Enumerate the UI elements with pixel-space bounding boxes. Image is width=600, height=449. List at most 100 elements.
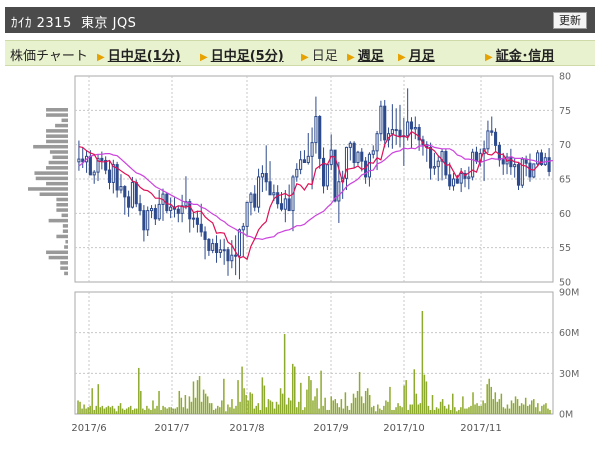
candle-body [149, 208, 154, 212]
candle-body [455, 178, 459, 184]
volume-bar [425, 381, 428, 414]
candle-body [436, 160, 440, 168]
volume-bar [243, 388, 245, 414]
volume-bar [306, 389, 308, 414]
volume-bar [324, 397, 326, 414]
candle-body [494, 131, 498, 146]
volume-bar [180, 397, 183, 414]
volume-bar [105, 407, 108, 414]
volume-profile-bar [52, 155, 68, 160]
candle-body [199, 223, 203, 233]
volume-bar [399, 405, 401, 414]
volume-bar [231, 399, 233, 414]
volume-bar [115, 411, 118, 414]
volume-bar [156, 405, 158, 414]
volume-bar [435, 407, 438, 414]
volume-bar [391, 409, 393, 414]
volume-tick-label: 90M [559, 288, 579, 299]
x-tick-label: 2017/10 [383, 423, 425, 434]
volume-bar [439, 401, 442, 414]
volume-bar [146, 405, 148, 414]
volume-bar [543, 404, 545, 414]
volume-bar [460, 407, 462, 414]
candle-body [257, 176, 261, 208]
volume-bar [449, 409, 452, 414]
volume-bar [516, 399, 519, 414]
candle-body [279, 203, 284, 210]
volume-bar [397, 403, 399, 414]
volume-bar [142, 408, 144, 414]
volume-bar [93, 409, 95, 414]
volume-bar [182, 407, 185, 414]
candle-body [203, 231, 207, 240]
volume-bar [308, 376, 310, 414]
volume-bar [261, 377, 264, 414]
candle-body [276, 192, 280, 205]
volume-bar [129, 405, 132, 414]
volume-profile-bar [64, 271, 68, 276]
volume-bar [429, 409, 432, 414]
volume-bar [162, 405, 164, 414]
volume-bar [480, 405, 482, 414]
volume-bar [433, 409, 436, 414]
candle-body [81, 158, 85, 163]
volume-profile-bar [56, 208, 68, 212]
volume-bar [125, 408, 128, 414]
candle-body [474, 151, 479, 162]
volume-bar [249, 392, 251, 414]
candle-body [486, 130, 490, 150]
volume-bar [494, 392, 497, 414]
volume-bar [338, 407, 341, 414]
volume-bar [318, 408, 320, 414]
volume-bar [107, 405, 110, 414]
candle-body [322, 157, 326, 187]
volume-bar [332, 400, 334, 414]
volume-bar [423, 374, 426, 414]
volume-bar [212, 409, 215, 414]
candle-body [218, 249, 222, 253]
volume-bar [539, 411, 541, 414]
volume-bar [456, 411, 458, 414]
volume-bar [239, 401, 241, 414]
volume-bar [265, 407, 268, 414]
volume-bar [474, 404, 476, 414]
volume-profile-bar [46, 108, 68, 112]
volume-bar [514, 396, 517, 414]
volume-bar [164, 407, 166, 414]
candle-body [364, 160, 368, 178]
volume-bar [320, 370, 322, 414]
volume-bar [468, 407, 470, 414]
volume-bar [441, 399, 444, 414]
candle-body [513, 164, 517, 168]
candle-body [379, 105, 383, 135]
volume-bar [168, 407, 170, 414]
volume-profile-bar [62, 224, 68, 228]
volume-bar [166, 408, 168, 414]
candle-body [287, 198, 291, 212]
volume-bar [219, 407, 221, 414]
volume-bar [510, 400, 513, 414]
volume-bar [95, 405, 97, 414]
candle-body [325, 164, 329, 187]
volume-bar [360, 396, 363, 414]
volume-bar [379, 408, 381, 414]
volume-bar [217, 405, 219, 414]
volume-profile-bar [46, 113, 68, 117]
volume-bar [411, 404, 413, 414]
candle-body [318, 116, 322, 159]
volume-bar [271, 401, 274, 414]
volume-profile-bar [61, 213, 68, 218]
candle-body [302, 159, 306, 164]
volume-bar [99, 407, 102, 414]
volume-bar [188, 396, 191, 414]
volume-bar [437, 408, 440, 414]
volume-bar [354, 397, 357, 414]
volume-bar [103, 408, 106, 414]
volume-bar [443, 405, 446, 414]
volume-profile-bar [56, 203, 68, 207]
volume-bar [383, 405, 385, 414]
candle-body [88, 155, 92, 176]
volume-profile-bar [39, 192, 68, 197]
volume-bar [277, 404, 280, 414]
volume-bar [375, 411, 377, 414]
